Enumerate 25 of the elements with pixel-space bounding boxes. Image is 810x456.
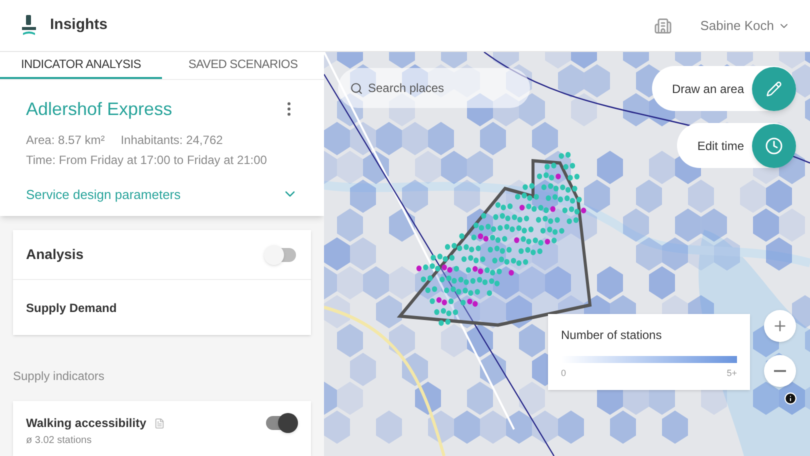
minus-icon <box>774 370 786 372</box>
search-icon <box>350 82 363 95</box>
legend-max: 5+ <box>726 367 737 380</box>
time-text: Time: From Friday at 17:00 to Friday at 21:00 <box>26 152 268 168</box>
app-title: Insights <box>50 15 108 36</box>
legend-title: Number of stations <box>561 327 663 344</box>
indicator-value: ø 3.02 stations <box>26 434 93 448</box>
section-heading: Supply indicators <box>13 368 106 385</box>
document-icon[interactable] <box>154 418 166 428</box>
indicator-title: Walking accessibility <box>26 415 146 432</box>
area-text: Area: 8.57 km² <box>26 132 105 148</box>
user-menu[interactable]: Sabine Koch <box>700 16 790 36</box>
legend-min: 0 <box>561 367 566 380</box>
scenario-title: Adlershof Express <box>26 98 172 121</box>
tab[interactable]: SAVED SCENARIOS <box>162 52 324 78</box>
toggle-switch[interactable] <box>264 244 298 264</box>
clock-icon <box>765 136 783 154</box>
building-icon[interactable] <box>654 16 672 34</box>
toggle-switch[interactable] <box>264 413 298 433</box>
search-field[interactable]: Search places <box>338 68 530 108</box>
analysis-title: Analysis <box>26 245 84 264</box>
pencil-icon <box>766 80 782 96</box>
plus-icon <box>772 318 788 334</box>
inhabitants-text: Inhabitants: 24,762 <box>120 132 223 148</box>
analysis-mode: Supply Demand <box>26 300 117 316</box>
